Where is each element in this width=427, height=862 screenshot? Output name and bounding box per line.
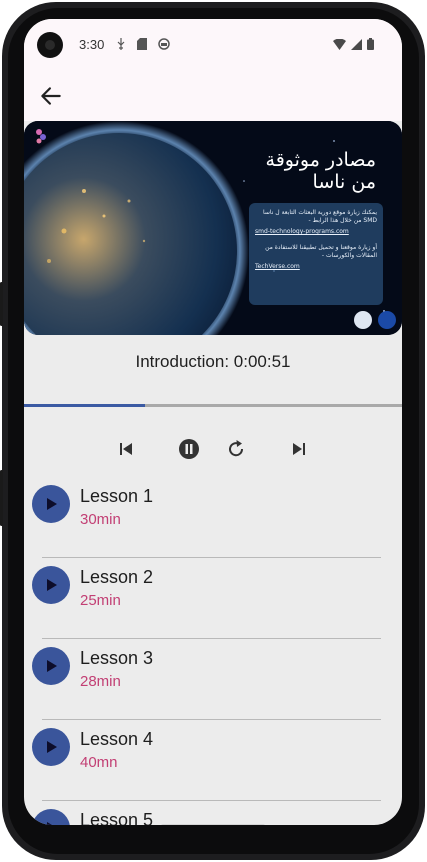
video-logos <box>354 311 396 329</box>
lesson-title: Lesson 3 <box>80 648 154 668</box>
video-title-line: من ناسا <box>312 171 376 193</box>
volume-button <box>0 470 3 526</box>
lesson-item[interactable]: Lesson 1 30min <box>24 477 402 558</box>
play-button[interactable] <box>32 485 70 523</box>
now-playing-label: Introduction: 0:00:51 <box>135 352 291 371</box>
play-icon <box>47 498 57 510</box>
video-player[interactable]: مصادر موثوقة من ناسا يمكنك زيارة موقع دو… <box>24 121 402 335</box>
video-title: مصادر موثوقة من ناسا <box>266 149 376 193</box>
lesson-title: Lesson 4 <box>80 729 154 749</box>
sd-card-icon <box>137 38 147 50</box>
status-time: 3:30 <box>79 37 105 52</box>
signal-icon <box>351 38 362 50</box>
play-icon <box>47 741 57 753</box>
android-icon <box>158 38 170 50</box>
skip-next-icon[interactable] <box>287 436 311 462</box>
lesson-item[interactable]: Lesson 3 28min <box>24 639 402 720</box>
home-indicator[interactable] <box>161 824 265 825</box>
status-right-icons <box>333 38 374 50</box>
progress-fill <box>24 404 145 407</box>
screen: 3:30 مصادر موثوقة من ناسا يمكنك زيارة مو… <box>24 19 402 825</box>
front-camera <box>37 32 63 58</box>
video-info-card: يمكنك زيارة موقع دورية البعثات التابعة ل… <box>249 203 383 305</box>
lesson-duration: 40mn <box>80 754 118 771</box>
replay-icon[interactable] <box>224 436 248 462</box>
video-title-line: مصادر موثوقة <box>265 149 376 171</box>
smd-logo-icon <box>354 311 372 329</box>
wifi-icon <box>333 38 346 50</box>
arrow-back-icon[interactable] <box>38 83 64 109</box>
lesson-duration: 30min <box>80 511 121 528</box>
lesson-list: Lesson 1 30min Lesson 2 25min Lesson 3 28min L… <box>24 477 402 825</box>
lesson-duration: 28min <box>80 673 121 690</box>
usb-icon <box>117 38 125 50</box>
lesson-item[interactable]: Lesson 2 25min <box>24 558 402 639</box>
play-button[interactable] <box>32 809 70 825</box>
card-text: أو زيارة موقعنا و تحميل تطبيقنا للاستفاد… <box>265 244 377 259</box>
lesson-title: Lesson 5 <box>80 810 154 825</box>
playback-controls <box>24 436 402 464</box>
status-bar: 3:30 <box>24 19 402 71</box>
lesson-title: Lesson 2 <box>80 567 154 587</box>
skip-previous-icon[interactable] <box>114 436 138 462</box>
play-button[interactable] <box>32 647 70 685</box>
lesson-duration: 25min <box>80 592 121 609</box>
play-icon <box>47 822 52 825</box>
app-bar <box>24 71 402 121</box>
card-link: TechVerse.com <box>255 263 300 270</box>
play-button[interactable] <box>32 728 70 766</box>
pause-icon[interactable] <box>177 436 201 462</box>
play-icon <box>47 579 57 591</box>
lesson-item[interactable]: Lesson 4 40mn <box>24 720 402 801</box>
card-text: يمكنك زيارة موقع دورية البعثات التابعة ل… <box>263 209 377 224</box>
card-link: smd-technology-programs.com <box>255 228 349 235</box>
play-icon <box>47 660 57 672</box>
power-button <box>0 282 3 326</box>
progress-bar[interactable] <box>24 404 402 407</box>
play-button[interactable] <box>32 566 70 604</box>
lesson-item[interactable]: Lesson 5 <box>24 801 402 825</box>
battery-icon <box>367 38 374 50</box>
lesson-title: Lesson 1 <box>80 486 154 506</box>
brand-logo-icon <box>36 129 46 144</box>
nasa-logo-icon <box>378 311 396 329</box>
